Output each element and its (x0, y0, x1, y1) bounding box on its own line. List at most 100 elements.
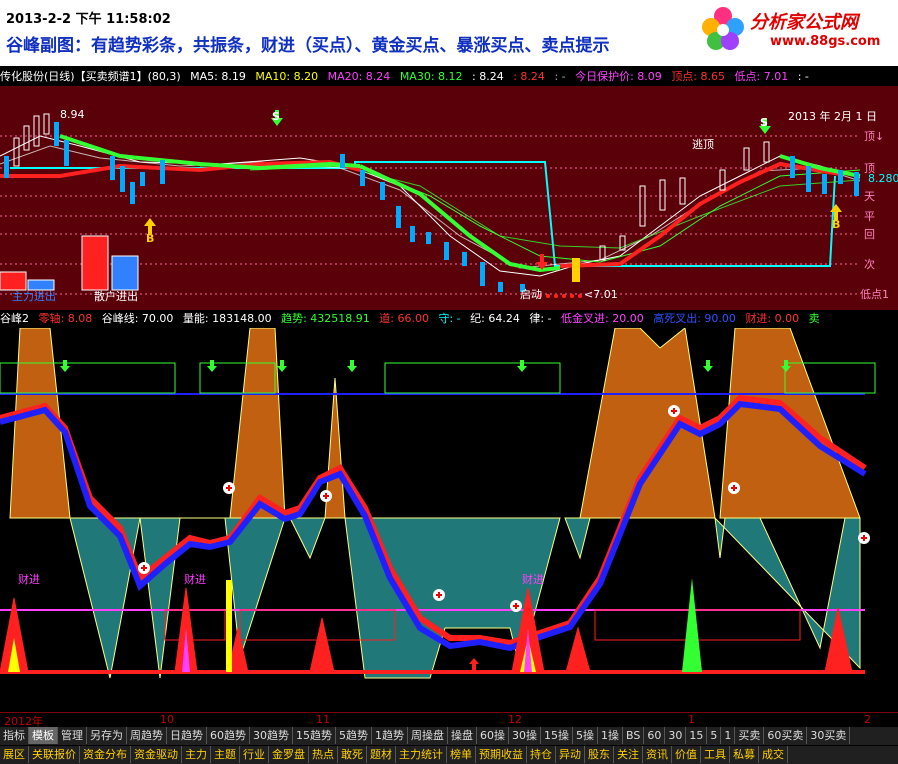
buy-arrow-icon (144, 204, 842, 234)
function-tab-6[interactable]: 行业 (240, 746, 269, 763)
chart-date: 2013 年 2月 1 日 (788, 110, 877, 123)
sub-indicator-bar: 谷峰2 零轴: 8.08 谷峰线: 70.00 量能: 183148.00 趋势… (0, 311, 898, 327)
axis-flat: 平 (864, 210, 875, 223)
indicator-tab-5[interactable]: 日趋势 (167, 727, 207, 744)
buy-signal-label: B (832, 218, 841, 231)
axis-month-feb: 2 (864, 713, 871, 726)
ma30-value: MA30: 8.12 (399, 70, 463, 83)
function-tab-20[interactable]: 工具 (701, 746, 730, 763)
function-tab-14[interactable]: 持仓 (527, 746, 556, 763)
value-d: : - (797, 70, 809, 83)
rise-label: 启动 (520, 288, 542, 301)
indicator-tab-23[interactable]: 1 (721, 727, 736, 744)
ma20-value: MA20: 8.24 (327, 70, 391, 83)
indicator-tab-24[interactable]: 买卖 (735, 727, 765, 744)
sub-indicator-chart[interactable]: 财进 财进 财进 (0, 327, 898, 712)
dao-value: 道: 66.00 (379, 312, 429, 325)
function-tab-2[interactable]: 资金分布 (80, 746, 131, 763)
site-logo: 分析家公式网 www.88gs.com (696, 2, 894, 56)
ma10-value: MA10: 8.20 (255, 70, 319, 83)
flower-logo-icon (702, 7, 744, 50)
buy-signal-label: B (146, 232, 155, 245)
golden-cross-value: 低金叉进: 20.00 (561, 312, 644, 325)
indicator-tab-4[interactable]: 周趋势 (127, 727, 167, 744)
function-tab-21[interactable]: 私募 (730, 746, 759, 763)
function-tab-10[interactable]: 题材 (367, 746, 396, 763)
main-force-label: 主力进出 (12, 290, 56, 303)
value-a: : 8.24 (472, 70, 504, 83)
formula-description: 谷峰副图：有趋势彩条，共振条，财进（买点）、黄金买点、暴涨买点、卖点提示 (6, 36, 610, 56)
sub-name[interactable]: 谷峰2 (0, 312, 29, 325)
indicator-tab-3[interactable]: 另存为 (87, 727, 127, 744)
zero-axis-value: 零轴: 8.08 (38, 312, 93, 325)
axis-top-arrow: 顶↓ (864, 130, 885, 143)
indicator-tab-2[interactable]: 管理 (58, 727, 87, 744)
ji-value: 纪: 64.24 (470, 312, 520, 325)
logo-text: 分析家公式网 (750, 12, 858, 33)
axis-month-jan: 1 (688, 713, 695, 726)
function-tab-11[interactable]: 主力统计 (396, 746, 447, 763)
indicator-tab-12[interactable]: 操盘 (448, 727, 477, 744)
indicator-tab-8[interactable]: 15趋势 (293, 727, 336, 744)
indicator-tab-20[interactable]: 30 (665, 727, 687, 744)
indicator-tab-9[interactable]: 5趋势 (336, 727, 372, 744)
header-banner: 2013-2-2 下午 11:58:02 谷峰副图：有趋势彩条，共振条，财进（买… (0, 0, 898, 66)
sub-chart-canvas (0, 327, 876, 679)
function-tab-13[interactable]: 预期收益 (476, 746, 527, 763)
logo-url: www.88gs.com (770, 34, 881, 49)
stock-title[interactable]: 传化股份(日线)【买卖频谱1】(80,3) (0, 70, 181, 83)
function-tab-17[interactable]: 关注 (614, 746, 643, 763)
function-tab-22[interactable]: 成交 (759, 746, 788, 763)
function-tab-9[interactable]: 敢死 (338, 746, 367, 763)
high-price-label: 8.94 (60, 108, 85, 121)
sell-value: 卖 (808, 312, 820, 325)
sell-arrow-icon (271, 110, 771, 134)
function-tab-0[interactable]: 展区 (0, 746, 29, 763)
low-point: 低点: 7.01 (734, 70, 789, 83)
function-tab-1[interactable]: 关联报价 (29, 746, 80, 763)
indicator-tab-0[interactable]: 指标 (0, 727, 29, 744)
value-b: : 8.24 (513, 70, 545, 83)
function-tab-15[interactable]: 异动 (556, 746, 585, 763)
indicator-tab-21[interactable]: 15 (686, 727, 708, 744)
axis-second: 次 (864, 258, 875, 271)
indicator-tab-11[interactable]: 周操盘 (408, 727, 448, 744)
retail-label: 散户进出 (94, 290, 138, 303)
top-point: 顶点: 8.65 (671, 70, 726, 83)
indicator-tab-13[interactable]: 60操 (477, 727, 509, 744)
indicator-tab-19[interactable]: 60 (644, 727, 666, 744)
escape-top-label: 逃顶 (692, 138, 714, 151)
indicator-tab-10[interactable]: 1趋势 (372, 727, 408, 744)
function-tab-4[interactable]: 主力 (182, 746, 211, 763)
indicator-tab-17[interactable]: 1操 (598, 727, 623, 744)
indicator-tab-26[interactable]: 30买卖 (807, 727, 851, 744)
indicator-tab-1[interactable]: 模板 (29, 727, 58, 744)
indicator-tab-18[interactable]: BS (623, 727, 645, 744)
axis-month-oct: 10 (160, 713, 174, 726)
indicator-tab-7[interactable]: 30趋势 (250, 727, 293, 744)
function-tab-19[interactable]: 价值 (672, 746, 701, 763)
volume-energy-value: 量能: 183148.00 (182, 312, 272, 325)
shou-value: 守: - (438, 312, 461, 325)
function-tab-16[interactable]: 股东 (585, 746, 614, 763)
indicator-tab-16[interactable]: 5操 (573, 727, 598, 744)
indicator-tab-15[interactable]: 15操 (541, 727, 573, 744)
function-tab-18[interactable]: 资讯 (643, 746, 672, 763)
function-tab-bar: 展区 关联报价 资金分布 资金驱动 主力 主题 行业 金罗盘 热点 敢死 题材 主力统计 榜单 预期收益持… (0, 746, 898, 764)
indicator-tab-6[interactable]: 60趋势 (207, 727, 250, 744)
indicator-tab-14[interactable]: 30操 (509, 727, 541, 744)
function-tab-3[interactable]: 资金驱动 (131, 746, 182, 763)
cai-jin-value: 财进: 0.00 (745, 312, 800, 325)
lv-value: 律: - (529, 312, 552, 325)
main-price-chart[interactable]: 8.94 <7.01 2013 年 2月 1 日 逃顶 主力进出 散户进出 启动… (0, 86, 898, 310)
function-tab-7[interactable]: 金罗盘 (269, 746, 309, 763)
function-tab-5[interactable]: 主题 (211, 746, 240, 763)
datetime: 2013-2-2 下午 11:58:02 (6, 12, 171, 27)
indicator-tab-25[interactable]: 60买卖 (764, 727, 808, 744)
indicator-tab-22[interactable]: 5 (707, 727, 722, 744)
function-tab-12[interactable]: 榜单 (447, 746, 476, 763)
function-tab-8[interactable]: 热点 (309, 746, 338, 763)
protect-price: 今日保护价: 8.09 (575, 70, 662, 83)
axis-back: 回 (864, 228, 875, 241)
main-indicator-bar: 传化股份(日线)【买卖频谱1】(80,3) MA5: 8.19 MA10: 8.… (0, 69, 898, 85)
